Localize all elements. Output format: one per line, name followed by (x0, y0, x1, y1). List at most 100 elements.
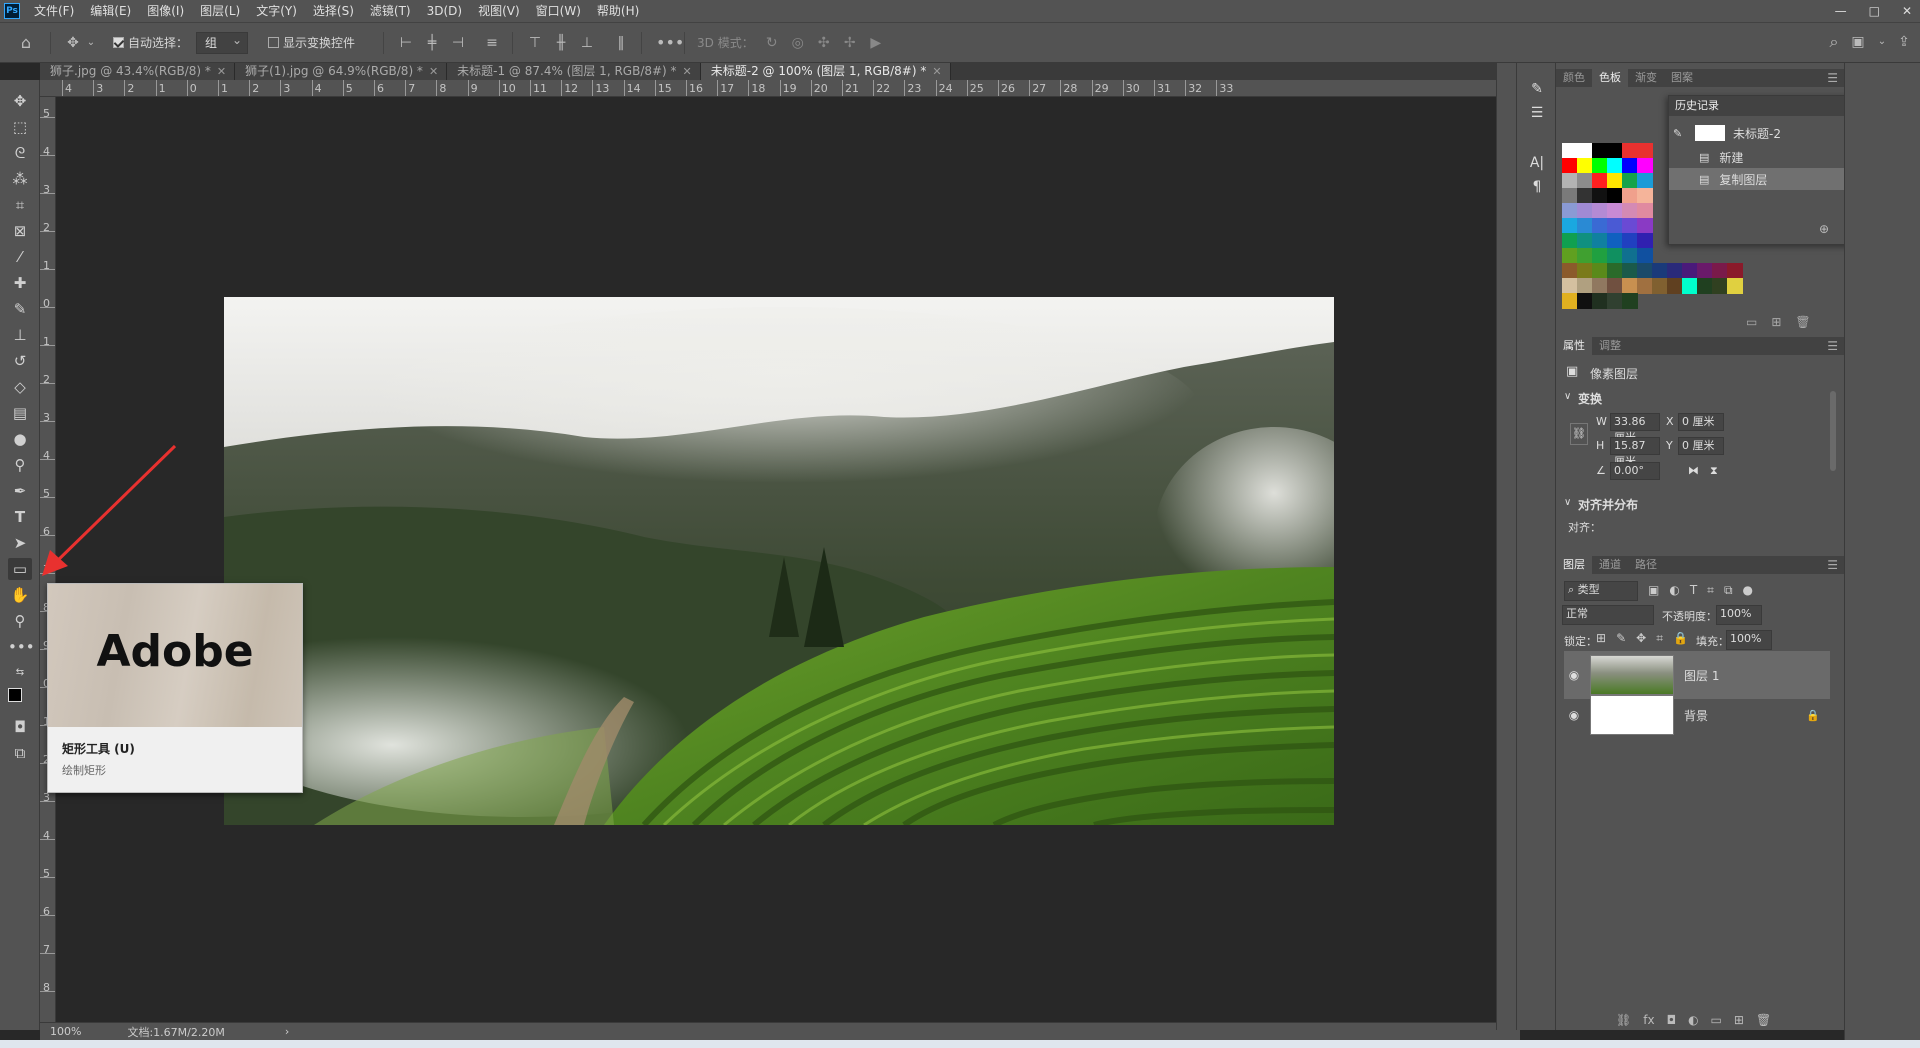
magic-wand-icon[interactable]: ⁂ (8, 168, 32, 190)
color-swatch[interactable] (1577, 158, 1593, 174)
color-swatch[interactable] (1592, 218, 1608, 234)
color-swatch[interactable] (1622, 143, 1638, 159)
panel-menu-icon[interactable]: ☰ (1827, 339, 1838, 353)
tab-doc-2[interactable]: 狮子(1).jpg @ 64.9%(RGB/8) * ✕ (235, 63, 448, 80)
eyedropper-icon[interactable]: ⁄ (8, 246, 32, 268)
maximize-button[interactable]: □ (1869, 0, 1880, 22)
flip-horizontal-icon[interactable]: ⧓ (1688, 464, 1699, 477)
crop-tool-icon[interactable]: ⌗ (8, 194, 32, 216)
filter-pixel-icon[interactable]: ▣ (1648, 583, 1659, 598)
color-swatch[interactable] (1607, 158, 1623, 174)
color-swatch[interactable] (1577, 188, 1593, 204)
color-swatch[interactable] (1592, 188, 1608, 204)
minimize-button[interactable]: — (1835, 0, 1847, 22)
folder-icon[interactable]: ▭ (1746, 315, 1757, 329)
close-icon[interactable]: ✕ (683, 63, 692, 80)
filter-type-icon[interactable]: T (1690, 583, 1697, 598)
auto-select-dropdown[interactable]: 组 (196, 30, 249, 54)
paragraph-icon[interactable]: ¶ (1527, 177, 1547, 197)
eye-icon[interactable]: ◉ (1564, 708, 1584, 722)
color-swatch[interactable] (1622, 188, 1638, 204)
3d-camera-icon[interactable]: ▶ (868, 36, 884, 50)
color-swatch[interactable] (1607, 173, 1623, 189)
character-icon[interactable]: A| (1527, 153, 1547, 173)
lasso-tool-icon[interactable]: ᘓ (8, 142, 32, 164)
more-options-icon[interactable]: ••• (656, 34, 684, 50)
edit-toolbar-icon[interactable]: ••• (8, 636, 35, 658)
align-vcenter-icon[interactable]: ╫ (553, 36, 569, 50)
new-document-icon[interactable]: ⊕ (1819, 222, 1829, 236)
y-field[interactable]: 0 厘米 (1678, 437, 1724, 455)
new-layer-icon[interactable]: ⊞ (1734, 1013, 1744, 1027)
color-swatch[interactable] (1697, 263, 1713, 279)
distribute-vertical-icon[interactable]: ‖ (613, 36, 629, 50)
color-swatch[interactable] (1607, 248, 1623, 264)
3d-roll-icon[interactable]: ◎ (790, 36, 806, 50)
layer-row-background[interactable]: ◉ 背景 🔒 (1564, 691, 1830, 739)
brush-tool-icon[interactable]: ✎ (8, 298, 32, 320)
document-image[interactable] (224, 297, 1334, 825)
menu-edit[interactable]: 编辑(E) (82, 0, 139, 22)
color-swatch[interactable] (1667, 278, 1683, 294)
panel-menu-icon[interactable]: ☰ (1827, 558, 1838, 572)
color-swatch[interactable] (1592, 248, 1608, 264)
color-swatch[interactable] (1727, 263, 1743, 279)
frame-tool-icon[interactable]: ⊠ (8, 220, 32, 242)
lock-artboard-icon[interactable]: ⌗ (1656, 631, 1663, 646)
color-swatch[interactable] (1562, 218, 1578, 234)
color-swatch[interactable] (1607, 293, 1623, 309)
color-swatch[interactable] (1592, 173, 1608, 189)
close-button[interactable]: ✕ (1902, 0, 1912, 22)
workspace-chevron-icon[interactable]: ⌄ (1874, 35, 1890, 49)
align-top-icon[interactable]: ⊤ (527, 36, 543, 50)
align-bottom-icon[interactable]: ⊥ (579, 36, 595, 50)
zoom-level[interactable]: 100% (50, 1025, 81, 1038)
color-swatch[interactable] (1637, 188, 1653, 204)
color-swatch[interactable] (1562, 188, 1578, 204)
filter-adjustment-icon[interactable]: ◐ (1669, 583, 1679, 598)
color-swatch[interactable] (1637, 158, 1653, 174)
tab-layers[interactable]: 图层 (1556, 556, 1592, 574)
menu-type[interactable]: 文字(Y) (248, 0, 305, 22)
chevron-down-icon[interactable]: ⌄ (83, 36, 99, 50)
close-icon[interactable]: ✕ (429, 63, 438, 80)
color-swatch[interactable] (1577, 203, 1593, 219)
color-swatch[interactable] (1592, 293, 1608, 309)
color-swatch[interactable] (1622, 293, 1638, 309)
angle-field[interactable]: 0.00° (1610, 462, 1660, 480)
color-swatch[interactable] (1712, 263, 1728, 279)
3d-slide-icon[interactable]: ✢ (842, 36, 858, 50)
color-swatch[interactable] (1592, 263, 1608, 279)
lock-position-icon[interactable]: ✥ (1636, 631, 1646, 646)
menu-layer[interactable]: 图层(L) (192, 0, 248, 22)
move-tool-icon[interactable]: ✥ (65, 36, 81, 50)
close-icon[interactable]: ✕ (932, 63, 941, 80)
color-swatch[interactable] (1562, 143, 1578, 159)
chevron-down-icon[interactable]: ∨ (1564, 391, 1571, 402)
link-layers-icon[interactable]: ⛓ (1616, 1013, 1631, 1027)
align-hcenter-icon[interactable]: ╪ (424, 36, 440, 50)
tab-swatches[interactable]: 色板 (1592, 69, 1628, 87)
layer-filter-dropdown[interactable]: ⌕ 类型 (1564, 581, 1638, 601)
menu-window[interactable]: 窗口(W) (528, 0, 589, 22)
color-swatch[interactable] (1727, 278, 1743, 294)
tab-doc-1[interactable]: 狮子.jpg @ 43.4%(RGB/8) * ✕ (40, 63, 236, 80)
menu-file[interactable]: 文件(F) (26, 0, 82, 22)
color-swatch[interactable] (1622, 278, 1638, 294)
color-swatch[interactable] (1607, 203, 1623, 219)
flip-vertical-icon[interactable]: ⧗ (1710, 464, 1718, 478)
color-swatch[interactable] (1607, 143, 1623, 159)
color-swatch[interactable] (1667, 263, 1683, 279)
adjust-sliders-icon[interactable]: ☰ (1527, 103, 1547, 123)
blend-mode-dropdown[interactable]: 正常 (1562, 605, 1654, 625)
color-swatch[interactable] (1622, 173, 1638, 189)
tab-gradients[interactable]: 渐变 (1628, 69, 1664, 87)
menu-3d[interactable]: 3D(D) (419, 0, 470, 22)
show-transform-checkbox[interactable]: 显示变换控件 (268, 34, 355, 51)
color-swatch[interactable] (1577, 173, 1593, 189)
menu-select[interactable]: 选择(S) (305, 0, 362, 22)
3d-pan-icon[interactable]: ✣ (816, 36, 832, 50)
menu-view[interactable]: 视图(V) (470, 0, 528, 22)
stamp-tool-icon[interactable]: ⊥ (8, 324, 32, 346)
color-swatch[interactable] (1562, 248, 1578, 264)
